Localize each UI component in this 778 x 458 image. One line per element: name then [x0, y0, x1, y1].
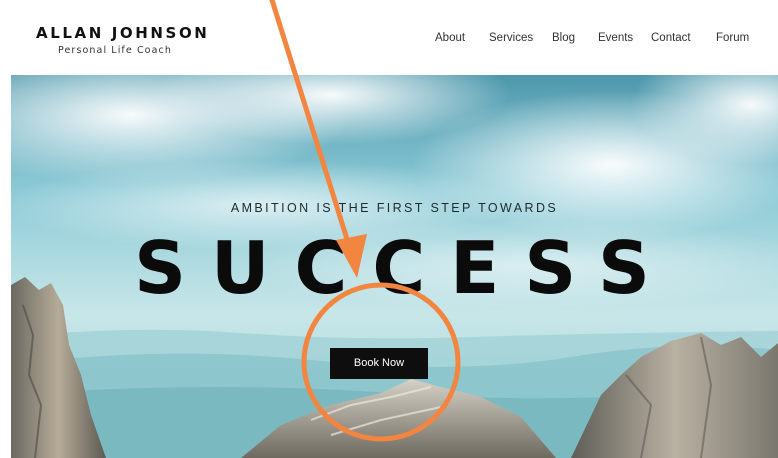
nav-contact[interactable]: Contact	[651, 32, 691, 44]
nav-blog[interactable]: Blog	[552, 32, 575, 44]
nav-services[interactable]: Services	[489, 32, 533, 44]
hero-section: AMBITION IS THE FIRST STEP TOWARDS SUCCE…	[11, 75, 778, 458]
main-nav: About Services Blog Events Contact Forum	[11, 32, 778, 52]
hero-subtitle: AMBITION IS THE FIRST STEP TOWARDS	[230, 201, 559, 215]
nav-forum[interactable]: Forum	[716, 32, 749, 44]
nav-about[interactable]: About	[435, 32, 465, 44]
hero-title: SUCCESS	[134, 226, 675, 310]
nav-events[interactable]: Events	[598, 32, 633, 44]
page: ALLAN JOHNSON Personal Life Coach About …	[11, 0, 778, 458]
site-header: ALLAN JOHNSON Personal Life Coach About …	[11, 0, 778, 75]
book-now-button[interactable]: Book Now	[330, 348, 428, 379]
